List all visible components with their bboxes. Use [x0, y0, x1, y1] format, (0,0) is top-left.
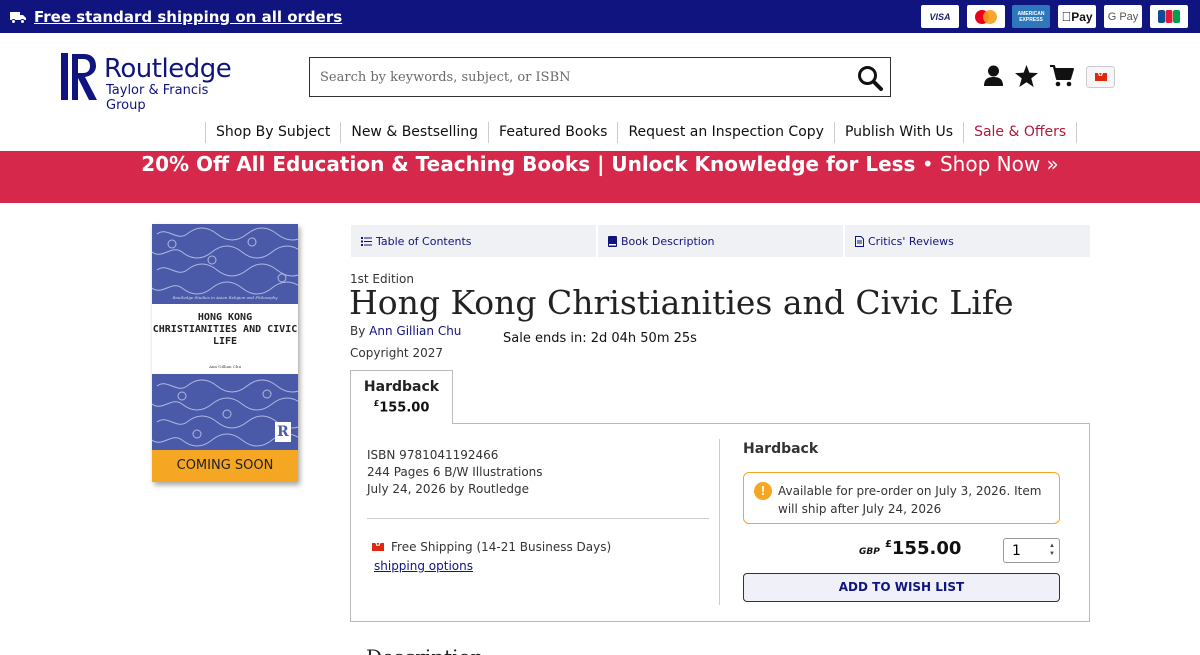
nav-sale-offers[interactable]: Sale & Offers	[963, 122, 1078, 143]
promo-headline: 20% Off All Education & Teaching Books |…	[141, 152, 916, 176]
description-heading: Description	[366, 645, 483, 655]
nav-inspection-copy[interactable]: Request an Inspection Copy	[617, 122, 834, 143]
account-button[interactable]	[984, 65, 1003, 92]
cover-series: Routledge Studies in Asian Religion and …	[172, 295, 278, 300]
page-count: 244 Pages 6 B/W Illustrations	[367, 465, 543, 479]
purchase-heading: Hardback	[743, 441, 819, 457]
flag-icon	[372, 540, 384, 551]
shipping-info: Free Shipping (14-21 Business Days)	[372, 540, 611, 554]
tab-label: Book Description	[621, 234, 715, 248]
format-price: £155.00	[351, 399, 452, 415]
book-title: Hong Kong Christianities and Civic Life	[349, 283, 1014, 322]
google-pay-label: G Pay	[1107, 10, 1139, 23]
tab-label: Table of Contents	[376, 234, 472, 248]
nav-featured-books[interactable]: Featured Books	[488, 122, 617, 143]
free-shipping[interactable]: Free standard shipping on all orders	[10, 8, 342, 26]
publisher-mark-icon: R	[275, 422, 291, 442]
document-icon	[855, 235, 864, 247]
search-input[interactable]	[310, 58, 845, 96]
tab-label: Critics' Reviews	[868, 234, 954, 248]
book-icon	[608, 235, 617, 247]
author-link[interactable]: Ann Gillian Chu	[369, 324, 461, 338]
cover-title-line: CHRISTIANITIES AND CIVIC	[152, 324, 298, 335]
amex-label: AMERICAN EXPRESS	[1017, 10, 1045, 23]
currency-symbol: £	[884, 539, 892, 550]
quantity-stepper[interactable]: ▲▼	[1003, 538, 1060, 563]
book-cover[interactable]: Routledge Studies in Asian Religion and …	[152, 224, 298, 482]
promo-banner[interactable]: 20% Off All Education & Teaching Books |…	[0, 151, 1200, 350]
promo-line: 20% Off All Education & Teaching Books |…	[0, 152, 1200, 176]
wishlist-button[interactable]	[1015, 65, 1038, 92]
publication-date: July 24, 2026 by Routledge	[367, 482, 529, 496]
add-to-wishlist-button[interactable]: ADD TO WISH LIST	[743, 573, 1060, 602]
logo-tagline: Taylor & Francis Group	[106, 83, 209, 113]
flag-icon	[1094, 70, 1107, 81]
promo-cta[interactable]: Shop Now »	[940, 152, 1059, 176]
cover-author: Ann Gillian Chu	[208, 364, 242, 369]
apple-pay-icon: Pay	[1058, 5, 1096, 28]
routledge-r-mark-icon	[61, 53, 97, 100]
visa-icon: VISA	[921, 5, 959, 28]
main-nav: Shop By Subject New & Bestselling Featur…	[205, 122, 1078, 143]
amex-icon: AMERICAN EXPRESS	[1012, 5, 1050, 28]
truck-icon	[10, 11, 26, 24]
nav-shop-by-subject[interactable]: Shop By Subject	[205, 122, 340, 143]
list-icon	[361, 236, 372, 246]
tab-critics-reviews[interactable]: Critics' Reviews	[845, 225, 1090, 257]
nav-publish-with-us[interactable]: Publish With Us	[833, 122, 963, 143]
format-price-value: 155.00	[379, 400, 430, 416]
jcb-icon	[1150, 5, 1188, 28]
user-icon	[984, 65, 1003, 86]
book-byline: By Ann Gillian Chu	[350, 324, 461, 338]
price-value: 155.00	[891, 538, 962, 559]
panel-divider	[719, 439, 720, 605]
star-icon	[1015, 65, 1038, 87]
currency-code: GBP	[859, 547, 880, 557]
shipping-options-link[interactable]: shipping options	[374, 559, 473, 573]
divider	[367, 518, 709, 519]
cover-title: HONG KONG CHRISTIANITIES AND CIVIC LIFE	[152, 312, 298, 348]
promo-bullet: •	[921, 152, 934, 176]
cart-icon	[1050, 65, 1074, 87]
cover-title-line: LIFE	[212, 336, 238, 347]
google-pay-icon: G Pay	[1104, 5, 1142, 28]
book-details: ISBN 9781041192466 244 Pages 6 B/W Illus…	[367, 447, 543, 498]
cover-title-line: HONG KONG	[197, 312, 253, 323]
isbn: ISBN 9781041192466	[367, 448, 499, 462]
quantity-input[interactable]	[1004, 539, 1042, 562]
search-icon	[858, 66, 883, 91]
sale-countdown: Sale ends in: 2d 04h 50m 25s	[503, 328, 697, 350]
logo-wordmark: Routledge	[104, 54, 232, 84]
cart-button[interactable]	[1050, 65, 1074, 92]
format-tab-hardback[interactable]: Hardback £155.00	[350, 370, 453, 424]
book-copyright: Copyright 2027	[350, 346, 443, 360]
search-button[interactable]	[854, 62, 886, 94]
nav-new-bestselling[interactable]: New & Bestselling	[340, 122, 488, 143]
apple-pay-label: Pay	[1066, 9, 1092, 24]
routledge-logo[interactable]: Routledge Taylor & Francis Group	[60, 52, 240, 113]
free-shipping-link[interactable]: Free standard shipping on all orders	[34, 8, 342, 26]
preorder-text: Available for pre-order on July 3, 2026.…	[778, 484, 1042, 516]
shipping-text: Free Shipping (14-21 Business Days)	[391, 540, 612, 554]
tab-book-description[interactable]: Book Description	[598, 225, 843, 257]
coming-soon-badge: COMING SOON	[152, 450, 298, 482]
preorder-notice: ! Available for pre-order on July 3, 202…	[743, 472, 1060, 524]
format-name: Hardback	[363, 379, 440, 395]
purchase-price: GBP £155.00	[859, 538, 961, 559]
search-bar	[309, 57, 891, 97]
warning-icon: !	[754, 482, 772, 500]
region-selector[interactable]	[1086, 66, 1115, 88]
by-label: By	[350, 324, 366, 338]
top-bar: Free standard shipping on all orders VIS…	[0, 0, 1200, 33]
mastercard-icon	[967, 5, 1005, 28]
visa-label: VISA	[929, 11, 951, 22]
tab-table-of-contents[interactable]: Table of Contents	[351, 225, 596, 257]
stepper-arrows-icon[interactable]: ▲ ▼	[1049, 542, 1055, 558]
